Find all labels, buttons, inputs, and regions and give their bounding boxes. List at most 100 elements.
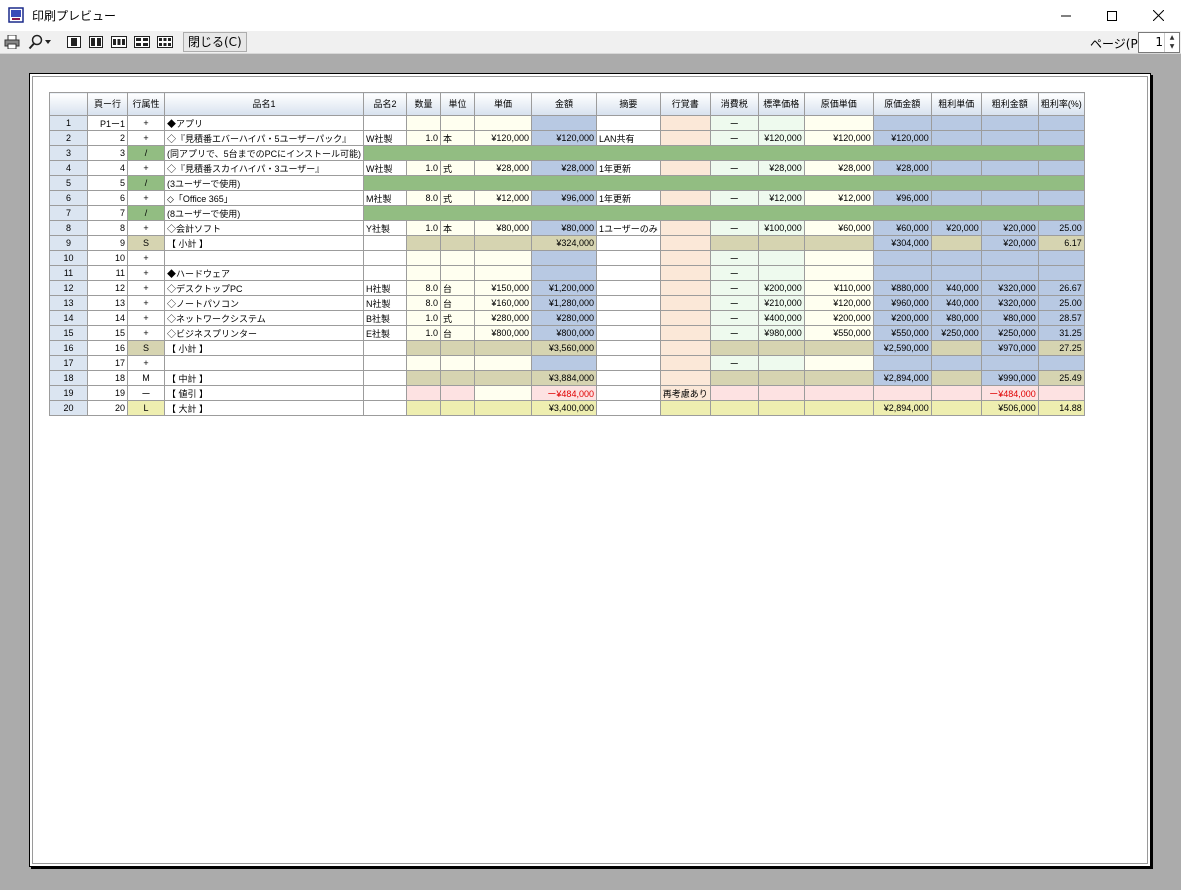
table-cell: 本 <box>439 220 475 236</box>
table-cell: W社製 <box>362 130 407 146</box>
table-cell: 5 <box>87 175 128 191</box>
spinner-arrows[interactable]: ▲ ▼ <box>1164 33 1179 52</box>
table-cell <box>980 160 1039 176</box>
zoom-button[interactable] <box>24 33 56 51</box>
close-window-button[interactable] <box>1135 0 1181 31</box>
table-cell: + <box>127 220 165 236</box>
row-number: 13 <box>49 295 88 311</box>
chevron-up-icon[interactable]: ▲ <box>1165 33 1179 42</box>
table-cell <box>595 250 661 266</box>
table-cell: S <box>127 340 165 356</box>
table-cell <box>709 370 759 386</box>
table-cell: ¥324,000 <box>530 235 597 251</box>
table-cell <box>595 295 661 311</box>
row-number: 6 <box>49 190 88 206</box>
table-cell <box>362 355 407 371</box>
three-page-view-button[interactable] <box>110 33 128 51</box>
table-cell: + <box>127 280 165 296</box>
table-cell: ¥40,000 <box>930 280 982 296</box>
table-cell: 14 <box>87 310 128 326</box>
table-cell <box>473 115 532 131</box>
table-cell <box>595 385 661 401</box>
table-cell <box>930 265 982 281</box>
table-cell <box>659 340 711 356</box>
table-cell <box>473 400 532 416</box>
four-page-view-button[interactable] <box>133 33 151 51</box>
table-cell <box>1037 130 1085 146</box>
table-cell: ¥120,000 <box>803 295 874 311</box>
minimize-button[interactable] <box>1043 0 1089 31</box>
table-cell <box>595 310 661 326</box>
table-cell: ー <box>709 310 759 326</box>
table-cell <box>930 355 982 371</box>
table-cell <box>473 340 532 356</box>
close-preview-button[interactable]: 閉じる(C) <box>183 32 247 52</box>
table-cell: P1ー1 <box>87 115 128 131</box>
table-cell: 1年更新 <box>595 160 661 176</box>
table-cell: + <box>127 250 165 266</box>
table-cell <box>659 355 711 371</box>
table-cell: 本 <box>439 130 475 146</box>
table-cell: ー <box>709 115 759 131</box>
page-number-value[interactable]: 1 <box>1155 35 1163 49</box>
table-cell <box>803 235 874 251</box>
close-icon <box>1152 10 1164 21</box>
table-cell: ¥28,000 <box>872 160 932 176</box>
table-cell <box>164 355 364 371</box>
table-cell: S <box>127 235 165 251</box>
six-page-view-button[interactable] <box>156 33 174 51</box>
table-cell <box>439 355 475 371</box>
chevron-down-icon[interactable]: ▼ <box>1165 42 1179 51</box>
table-cell <box>362 385 407 401</box>
table-cell: + <box>127 130 165 146</box>
table-cell <box>595 355 661 371</box>
table-cell: 26.67 <box>1037 280 1085 296</box>
table-cell <box>530 250 597 266</box>
table-cell: ¥200,000 <box>757 280 805 296</box>
row-number: 11 <box>49 265 88 281</box>
table-cell <box>930 400 982 416</box>
table-cell: ¥120,000 <box>872 130 932 146</box>
table-cell: ¥980,000 <box>757 325 805 341</box>
table-cell: 15 <box>87 325 128 341</box>
table-cell: ¥60,000 <box>872 220 932 236</box>
table-cell <box>1037 265 1085 281</box>
table-cell: 3 <box>87 145 128 161</box>
table-cell: ¥96,000 <box>872 190 932 206</box>
table-row: 5 5/(3ユーザーで使用) <box>49 175 1085 191</box>
table-cell: ¥100,000 <box>757 220 805 236</box>
table-cell: W社製 <box>362 160 407 176</box>
table-cell: ¥20,000 <box>980 235 1039 251</box>
table-cell: ◇ネットワークシステム <box>164 310 364 326</box>
one-page-view-button[interactable] <box>66 33 82 51</box>
table-cell: ¥28,000 <box>530 160 597 176</box>
table-cell: 2 <box>87 130 128 146</box>
table-cell: LAN共有 <box>595 130 661 146</box>
table-row: 18 18 M 【 中計 】 ¥3,884,000 ¥2,894,000 ¥990,000 2… <box>49 370 1085 386</box>
title-bar: 印刷プレビュー <box>0 0 1181 32</box>
table-cell <box>872 355 932 371</box>
chevron-down-icon <box>45 40 51 44</box>
table-cell <box>980 190 1039 206</box>
table-cell: 1.0 <box>405 310 441 326</box>
table-cell <box>164 250 364 266</box>
print-button[interactable] <box>3 33 21 51</box>
table-cell: 式 <box>439 310 475 326</box>
two-page-view-button[interactable] <box>88 33 104 51</box>
column-header-product-name-1: 品名1 <box>164 92 364 116</box>
row-number: 5 <box>49 175 88 191</box>
page-number-spinner[interactable]: 1 ▲ ▼ <box>1138 32 1180 53</box>
table-cell <box>659 325 711 341</box>
table-cell <box>709 385 759 401</box>
table-cell: (同アプリで、5台までのPCにインストール可能) <box>164 145 364 161</box>
row-number: 9 <box>49 235 88 251</box>
table-cell: 25.00 <box>1037 220 1085 236</box>
table-cell: 【 小計 】 <box>164 340 364 356</box>
minimize-icon <box>1061 15 1071 16</box>
table-cell: ¥40,000 <box>930 295 982 311</box>
maximize-button[interactable] <box>1089 0 1135 31</box>
two-page-icon <box>89 36 103 48</box>
table-cell: ¥280,000 <box>473 310 532 326</box>
table-cell <box>439 385 475 401</box>
table-cell: ー <box>709 160 759 176</box>
